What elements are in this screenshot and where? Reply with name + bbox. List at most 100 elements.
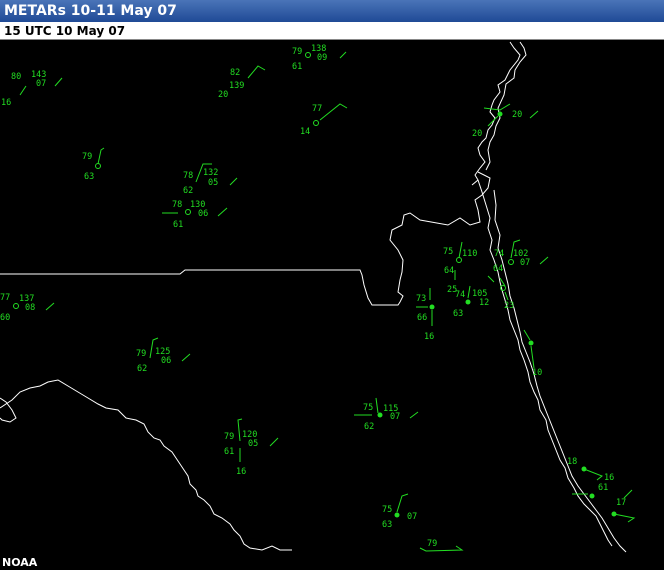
station-plot[interactable]: 77 137 08 60 (0, 293, 55, 323)
wind-label: 05 (208, 178, 218, 188)
wind-label: 06 (198, 209, 208, 219)
dewpoint-label: 63 (382, 520, 392, 530)
temperature-label: 75 (443, 247, 453, 257)
pressure-label: 20 (512, 110, 522, 120)
title-bar: METARs 10-11 May 07 (0, 0, 664, 22)
station-plot[interactable]: 79 (419, 539, 464, 552)
station-circle (528, 340, 534, 346)
pressure-label: 132 (203, 168, 218, 178)
wind-barb (247, 65, 266, 79)
wind-label: 07 (407, 512, 417, 522)
dewpoint-label: 16 (1, 98, 11, 108)
temperature-label: 78 (183, 171, 193, 181)
station-plot[interactable]: 75 07 63 (382, 493, 417, 530)
wind-barb (319, 103, 348, 121)
station-circle (13, 303, 19, 309)
temperature-label: 74 (455, 290, 465, 300)
wind-barb (396, 493, 409, 513)
dewpoint-label: 62 (183, 186, 193, 196)
coast-east (477, 179, 613, 547)
station-plot[interactable]: 80 143 07 16 (1, 70, 63, 108)
page-title: METARs 10-11 May 07 (4, 3, 177, 19)
temperature-label: 73 (416, 294, 426, 304)
wind-label: 09 (317, 53, 327, 63)
wind-label: 07 (390, 412, 400, 422)
temperature-label: 79 (427, 539, 437, 549)
temperature-label: 75 (363, 403, 373, 413)
wind-barb (583, 468, 603, 481)
temperature-label: 10 (532, 368, 542, 378)
coastlines (0, 41, 627, 553)
pressure-label: 139 (229, 81, 244, 91)
temperature-label: 79 (136, 349, 146, 359)
credit-label: NOAA (2, 556, 38, 569)
pressure-label: 61 (598, 483, 608, 493)
station-plot[interactable]: 79 125 06 62 (136, 337, 191, 374)
gust-label: 16 (236, 467, 246, 477)
temperature-label: 77 (312, 104, 322, 114)
wind-label: 08 (25, 303, 35, 313)
gust-label: 16 (424, 332, 434, 342)
station-plot[interactable]: 74 105 12 63 (453, 275, 495, 319)
time-label: 15 UTC 10 May 07 (4, 24, 126, 38)
dewpoint-label: 61 (173, 220, 183, 230)
temperature-label: 79 (224, 432, 234, 442)
wind-barb (97, 147, 105, 165)
dewpoint-label: 62 (137, 364, 147, 374)
station-circle (394, 512, 400, 518)
station-plot[interactable]: 23 (499, 277, 514, 311)
station-circle (429, 304, 435, 310)
gust-label: 17 (616, 498, 626, 508)
station-circle (377, 412, 383, 418)
station-circle (508, 259, 514, 265)
wind-barb (523, 329, 535, 369)
station-circle (185, 209, 191, 215)
station-plot[interactable]: 78 132 05 62 (183, 163, 238, 196)
station-circle (456, 257, 462, 263)
station-plot[interactable]: 73 66 16 (416, 288, 435, 342)
temperature-label: 82 (230, 68, 240, 78)
wind-label: 07 (520, 258, 530, 268)
dewpoint-label: 61 (292, 62, 302, 72)
wind-barb (45, 302, 55, 311)
wind-label: 07 (36, 79, 46, 89)
station-plot[interactable]: 75 115 07 62 (354, 397, 419, 432)
dewpoint-label: 60 (0, 313, 10, 323)
station-plot[interactable]: 75 110 64 25 (443, 241, 477, 295)
border-line (0, 171, 491, 306)
station-plot[interactable]: 82 139 20 (218, 65, 266, 100)
coast-southwest (0, 379, 292, 551)
station-map[interactable]: 80 143 07 16 82 139 20 79 138 09 61 77 1… (0, 40, 664, 570)
station-plot[interactable]: 77 14 (300, 103, 348, 137)
temperature-label: 75 (382, 505, 392, 515)
temperature-label: 18 (567, 457, 577, 467)
temperature-label: 79 (292, 47, 302, 57)
temperature-label: 20 (472, 129, 482, 139)
station-plot[interactable]: 20 20 (472, 103, 539, 139)
dewpoint-label: 64 (444, 266, 454, 276)
station-plot[interactable]: 74 102 07 64 (493, 239, 549, 274)
dewpoint-label: 14 (300, 127, 310, 137)
station-circle (305, 52, 311, 58)
dewpoint-label: 63 (453, 309, 463, 319)
station-circle (95, 163, 101, 169)
temperature-label: 79 (82, 152, 92, 162)
station-plot[interactable]: 78 130 06 61 (162, 200, 228, 230)
dewpoint-label: 66 (417, 313, 427, 323)
pressure-label: 110 (462, 249, 477, 259)
station-plots: 80 143 07 16 82 139 20 79 138 09 61 77 1… (0, 44, 636, 552)
coast-southwest-islet (0, 397, 17, 423)
wind-label: 06 (161, 356, 171, 366)
station-circle (313, 120, 319, 126)
temperature-label: 80 (11, 72, 21, 82)
wind-label: 12 (479, 298, 489, 308)
station-plot[interactable]: 79 63 (82, 147, 105, 182)
station-plot[interactable]: 61 17 (572, 483, 636, 523)
station-circle (497, 111, 503, 117)
temperature-label: 78 (172, 200, 182, 210)
station-plot[interactable]: 79 120 05 61 16 (224, 418, 279, 477)
time-label-bar: 15 UTC 10 May 07 (0, 22, 664, 40)
dewpoint-label: 61 (224, 447, 234, 457)
temperature-label: 74 (494, 249, 504, 259)
station-plot[interactable]: 79 138 09 61 (292, 44, 347, 72)
